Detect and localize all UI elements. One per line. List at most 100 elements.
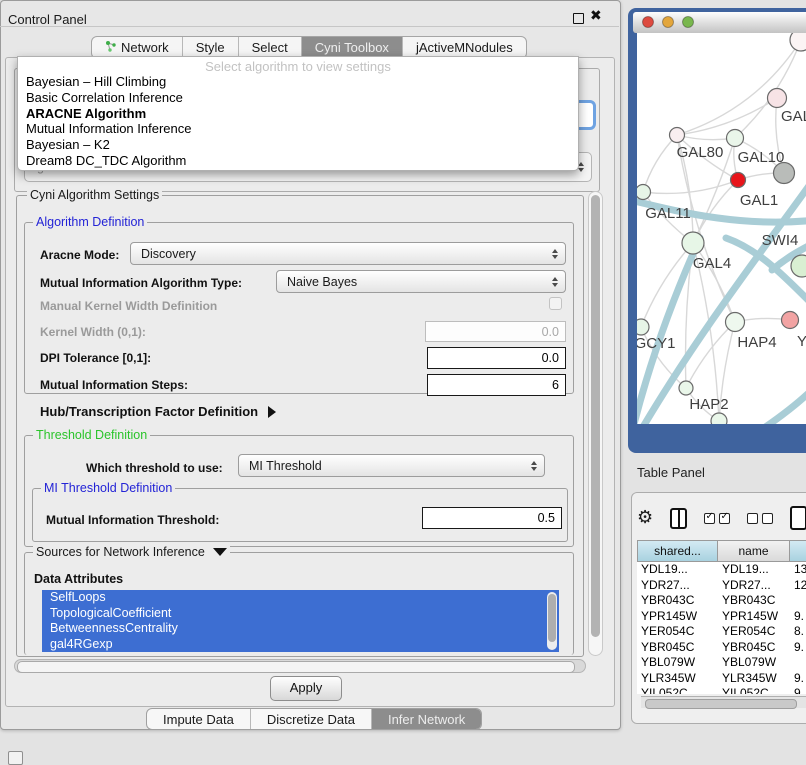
network-node-GAL10[interactable] <box>727 130 744 147</box>
mi-steps-input[interactable] <box>427 374 566 396</box>
column-header-extra[interactable] <box>790 540 806 562</box>
mi-algorithm-type-label: Mutual Information Algorithm Type: <box>40 276 242 290</box>
table-cell: YDR27... <box>641 578 690 594</box>
which-threshold-value: MI Threshold <box>249 459 322 473</box>
network-node-label: GCY1 <box>635 335 676 352</box>
table-cell: YBL079W <box>641 655 695 671</box>
table-row[interactable]: YER054CYER054C8. <box>637 624 806 640</box>
settings-horizontal-scrollbar[interactable] <box>14 659 586 673</box>
table-row[interactable]: YBR043CYBR043C <box>637 593 806 609</box>
table-cell: YLR345W <box>641 671 696 687</box>
zoom-traffic-light[interactable] <box>683 17 694 28</box>
gear-icon[interactable]: ⚙ <box>637 509 653 527</box>
attribute-item[interactable]: TopologicalCoefficient <box>42 606 559 622</box>
mi-threshold-input[interactable] <box>422 507 562 529</box>
minimized-panel-icon[interactable] <box>8 751 23 765</box>
bottom-tab-impute-data[interactable]: Impute Data <box>147 709 251 729</box>
select-all-icon[interactable] <box>704 513 730 524</box>
network-node-GAL1[interactable] <box>731 173 746 188</box>
tab-select[interactable]: Select <box>239 37 302 58</box>
float-window-icon[interactable] <box>573 13 584 24</box>
dpi-tolerance-input[interactable] <box>427 347 566 369</box>
network-node-GAL11[interactable] <box>636 185 651 200</box>
dropdown-item[interactable]: Dream8 DC_TDC Algorithm <box>18 153 578 169</box>
kernel-width-label: Kernel Width (0,1): <box>40 325 146 339</box>
network-node-label: GAL4 <box>693 255 731 272</box>
manual-kernel-width-checkbox[interactable] <box>549 297 562 310</box>
partial-toolbar-icon[interactable] <box>790 506 806 530</box>
attribute-item[interactable]: BetweennessCentrality <box>42 621 559 637</box>
column-header-shared...[interactable]: shared... <box>637 540 718 562</box>
split-view-icon[interactable] <box>670 508 687 529</box>
bottom-tab-discretize-data[interactable]: Discretize Data <box>251 709 372 729</box>
tab-network[interactable]: Network <box>92 37 183 58</box>
network-node-label: GAL1 <box>740 192 778 209</box>
table-row[interactable]: YIL052CYIL052C9. <box>637 686 806 694</box>
table-cell: YPR145W <box>722 609 778 625</box>
network-window-titlebar[interactable] <box>633 12 806 33</box>
tab-style[interactable]: Style <box>183 37 239 58</box>
network-view-window[interactable]: GALGAL80GAL10GAL1GAL11GAL4SWI4HAP4YGCY1H… <box>628 8 806 455</box>
data-attributes-label: Data Attributes <box>34 572 123 586</box>
close-icon[interactable]: ✖ <box>590 7 602 24</box>
apply-button[interactable]: Apply <box>270 676 342 701</box>
hub-definition-toggle[interactable]: Hub/Transcription Factor Definition <box>40 404 276 419</box>
dropdown-item[interactable]: Bayesian – K2 <box>18 137 578 153</box>
tab-label: Cyni Toolbox <box>315 40 389 55</box>
table-horizontal-scrollbar[interactable] <box>641 696 806 708</box>
network-node-HAP4[interactable] <box>726 313 745 332</box>
network-node-label: GAL11 <box>645 205 691 222</box>
table-cell: YER054C <box>641 624 694 640</box>
settings-vertical-scrollbar[interactable] <box>588 191 603 656</box>
tab-label: Select <box>252 40 288 55</box>
table-row[interactable]: YBL079W YBL079W <box>637 655 806 671</box>
dropdown-item[interactable]: Basic Correlation Inference <box>18 90 578 106</box>
attribute-item[interactable]: gal4RGexp <box>42 637 559 653</box>
data-attributes-list: SelfLoopsTopologicalCoefficientBetweenne… <box>42 590 559 652</box>
table-row[interactable]: YLR345WYLR345W9. <box>637 671 806 687</box>
control-panel-titlebar[interactable] <box>0 0 619 27</box>
manual-kernel-width-label: Manual Kernel Width Definition <box>40 299 217 313</box>
table-row[interactable]: YDR27...YDR27...12 <box>637 578 806 594</box>
network-node-GAL80[interactable] <box>670 128 685 143</box>
close-traffic-light[interactable] <box>643 17 654 28</box>
mi-steps-label: Mutual Information Steps: <box>40 378 188 392</box>
network-node-HAP2[interactable] <box>679 381 693 395</box>
bottom-tab-infer-network[interactable]: Infer Network <box>372 709 481 729</box>
table-cell: YBL079W <box>722 655 776 671</box>
settings-group-title: Cyni Algorithm Settings <box>27 188 162 202</box>
network-node-GAL[interactable] <box>768 89 787 108</box>
network-node-label: Y <box>797 333 806 350</box>
deselect-all-icon[interactable] <box>747 513 773 524</box>
dropdown-item[interactable]: Bayesian – Hill Climbing <box>18 74 578 90</box>
tab-jactivemnodules[interactable]: jActiveMNodules <box>403 37 526 58</box>
table-row[interactable]: YDL19...YDL19...13 <box>637 562 806 578</box>
table-panel-title: Table Panel <box>637 465 705 480</box>
mi-algorithm-type-combo[interactable]: Naive Bayes <box>276 270 566 293</box>
minimize-traffic-light[interactable] <box>663 17 674 28</box>
network-node-GAL4[interactable] <box>682 232 704 254</box>
table-cell: YLR345W <box>722 671 777 687</box>
table-row[interactable]: YPR145WYPR145W9. <box>637 609 806 625</box>
dropdown-item[interactable]: Mutual Information Inference <box>18 121 578 137</box>
table-cell: YDR27... <box>722 578 771 594</box>
aracne-mode-value: Discovery <box>141 247 196 261</box>
which-threshold-combo[interactable]: MI Threshold <box>238 454 545 477</box>
table-cell: YBR045C <box>641 640 694 656</box>
network-node-label: HAP2 <box>689 396 728 413</box>
mi-threshold-group-title: MI Threshold Definition <box>41 481 175 495</box>
expanded-arrow-icon <box>213 548 227 556</box>
table-row[interactable]: YBR045CYBR045C9. <box>637 640 806 656</box>
dropdown-item[interactable]: ARACNE Algorithm <box>18 106 578 122</box>
table-cell: YIL052C <box>641 686 688 694</box>
spinner-arrows-icon <box>531 461 537 471</box>
column-header-name[interactable]: name <box>718 540 790 562</box>
attributes-list-scrollbar[interactable] <box>547 592 557 650</box>
aracne-mode-combo[interactable]: Discovery <box>130 242 566 265</box>
tab-cyni-toolbox[interactable]: Cyni Toolbox <box>302 37 403 58</box>
attribute-item[interactable]: SelfLoops <box>42 590 559 606</box>
table-cell: 9. <box>794 640 804 656</box>
network-node-Y[interactable] <box>782 312 799 329</box>
mi-threshold-label: Mutual Information Threshold: <box>46 513 219 527</box>
kernel-width-input[interactable] <box>425 321 566 342</box>
